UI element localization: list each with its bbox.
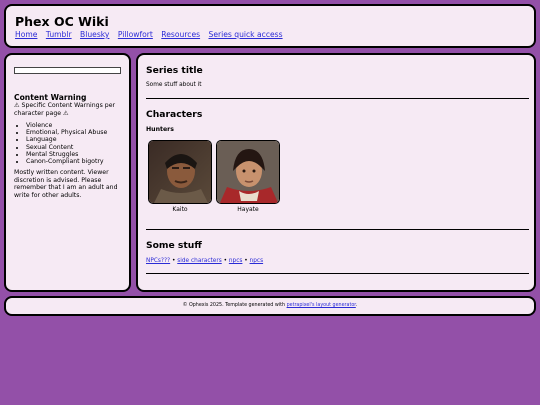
site-header: Phex OC Wiki Home Tumblr Bluesky Pillowf… <box>4 4 536 48</box>
content-warning-note: Mostly written content. Viewer discretio… <box>14 169 118 199</box>
list-item: Canon-Compliant bigotry <box>26 158 107 165</box>
character-portrait[interactable] <box>216 140 280 204</box>
divider <box>146 98 529 99</box>
separator: • <box>171 258 176 264</box>
character-card-kaito[interactable]: Kaito <box>148 140 212 213</box>
site-title: Phex OC Wiki <box>15 14 109 29</box>
list-item: Mental Struggles <box>26 151 107 158</box>
broken-image <box>14 67 121 74</box>
link-list: NPCs??? • side characters • npcs • npcs <box>146 258 263 264</box>
footer-generator-link[interactable]: petrapixel's layout generator <box>287 303 356 308</box>
link-side-characters[interactable]: side characters <box>177 258 222 264</box>
site-footer: © Ophexis 2025. Template generated with … <box>4 296 536 316</box>
character-name: Kaito <box>172 206 188 213</box>
series-description: Some stuff about it <box>146 82 202 88</box>
divider <box>146 273 529 274</box>
content-warning-title: Content Warning <box>14 93 87 102</box>
sidebar: Content Warning ⚠ Specific Content Warni… <box>4 53 131 292</box>
link-npcs-question[interactable]: NPCs??? <box>146 258 170 264</box>
some-stuff-title: Some stuff <box>146 240 202 251</box>
character-portrait[interactable] <box>148 140 212 204</box>
footer-suffix: . <box>355 303 358 308</box>
content-warning-list: Violence Emotional, Physical Abuse Langu… <box>14 122 107 165</box>
nav-link-series-quick-access[interactable]: Series quick access <box>209 30 283 39</box>
nav-link-bluesky[interactable]: Bluesky <box>80 30 109 39</box>
link-npcs[interactable]: npcs <box>250 258 264 264</box>
group-label: Hunters <box>146 126 174 133</box>
series-title: Series title <box>146 65 203 76</box>
character-card-hayate[interactable]: Hayate <box>216 140 280 213</box>
nav-link-tumblr[interactable]: Tumblr <box>46 30 72 39</box>
nav-link-home[interactable]: Home <box>15 30 37 39</box>
footer-copyright: © Ophexis 2025. Template generated with <box>182 303 286 308</box>
nav-link-resources[interactable]: Resources <box>161 30 200 39</box>
nav-link-pillowfort[interactable]: Pillowfort <box>118 30 153 39</box>
separator: • <box>223 258 228 264</box>
list-item: Sexual Content <box>26 144 107 151</box>
separator: • <box>244 258 248 264</box>
content-warning-subtitle: ⚠ Specific Content Warnings per characte… <box>14 102 116 117</box>
footer-text: © Ophexis 2025. Template generated with … <box>6 303 534 308</box>
main-content: Series title Some stuff about it Charact… <box>136 53 536 292</box>
characters-title: Characters <box>146 109 203 120</box>
list-item: Language <box>26 136 107 143</box>
link-npcs[interactable]: npcs <box>229 258 243 264</box>
character-name: Hayate <box>237 206 259 213</box>
main-nav: Home Tumblr Bluesky Pillowfort Resources… <box>15 30 289 39</box>
list-item: Violence <box>26 122 107 129</box>
list-item: Emotional, Physical Abuse <box>26 129 107 136</box>
divider <box>146 229 529 230</box>
